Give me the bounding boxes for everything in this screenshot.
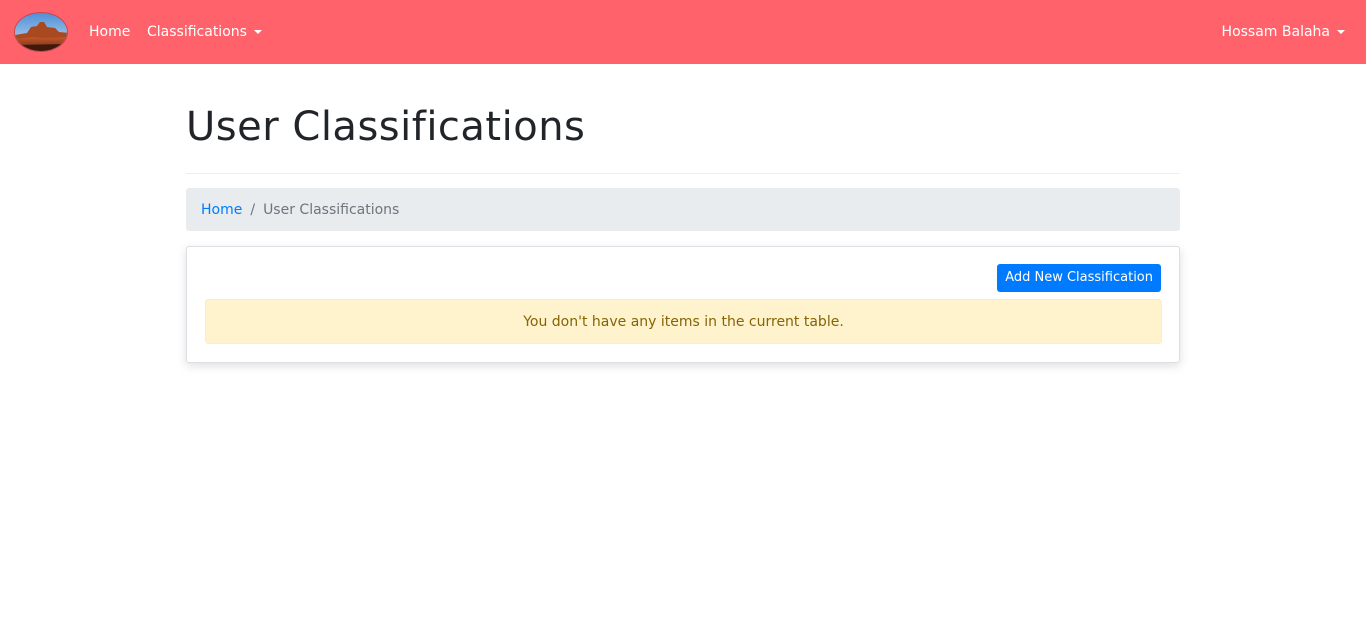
nav-home-link[interactable]: Home — [89, 0, 130, 64]
user-name-label: Hossam Balaha — [1221, 24, 1330, 40]
breadcrumb: Home / User Classifications — [186, 188, 1180, 231]
title-divider — [186, 173, 1180, 174]
page-title: User Classifications — [186, 104, 586, 150]
nav-classifications-dropdown[interactable]: Classifications — [147, 0, 262, 64]
breadcrumb-home-link[interactable]: Home — [201, 202, 242, 218]
user-menu-dropdown[interactable]: Hossam Balaha — [1222, 0, 1345, 64]
top-navbar: Home Classifications Hossam Balaha — [0, 0, 1366, 64]
classifications-card: Add New Classification You don't have an… — [186, 246, 1180, 363]
empty-table-alert: You don't have any items in the current … — [205, 299, 1162, 344]
breadcrumb-separator: / — [250, 201, 256, 218]
breadcrumb-current: User Classifications — [263, 201, 400, 218]
chevron-down-icon — [1337, 30, 1345, 34]
add-classification-button[interactable]: Add New Classification — [997, 264, 1161, 292]
nav-classifications-label: Classifications — [147, 24, 247, 40]
chevron-down-icon — [253, 30, 262, 34]
landscape-logo-icon[interactable] — [14, 12, 68, 52]
